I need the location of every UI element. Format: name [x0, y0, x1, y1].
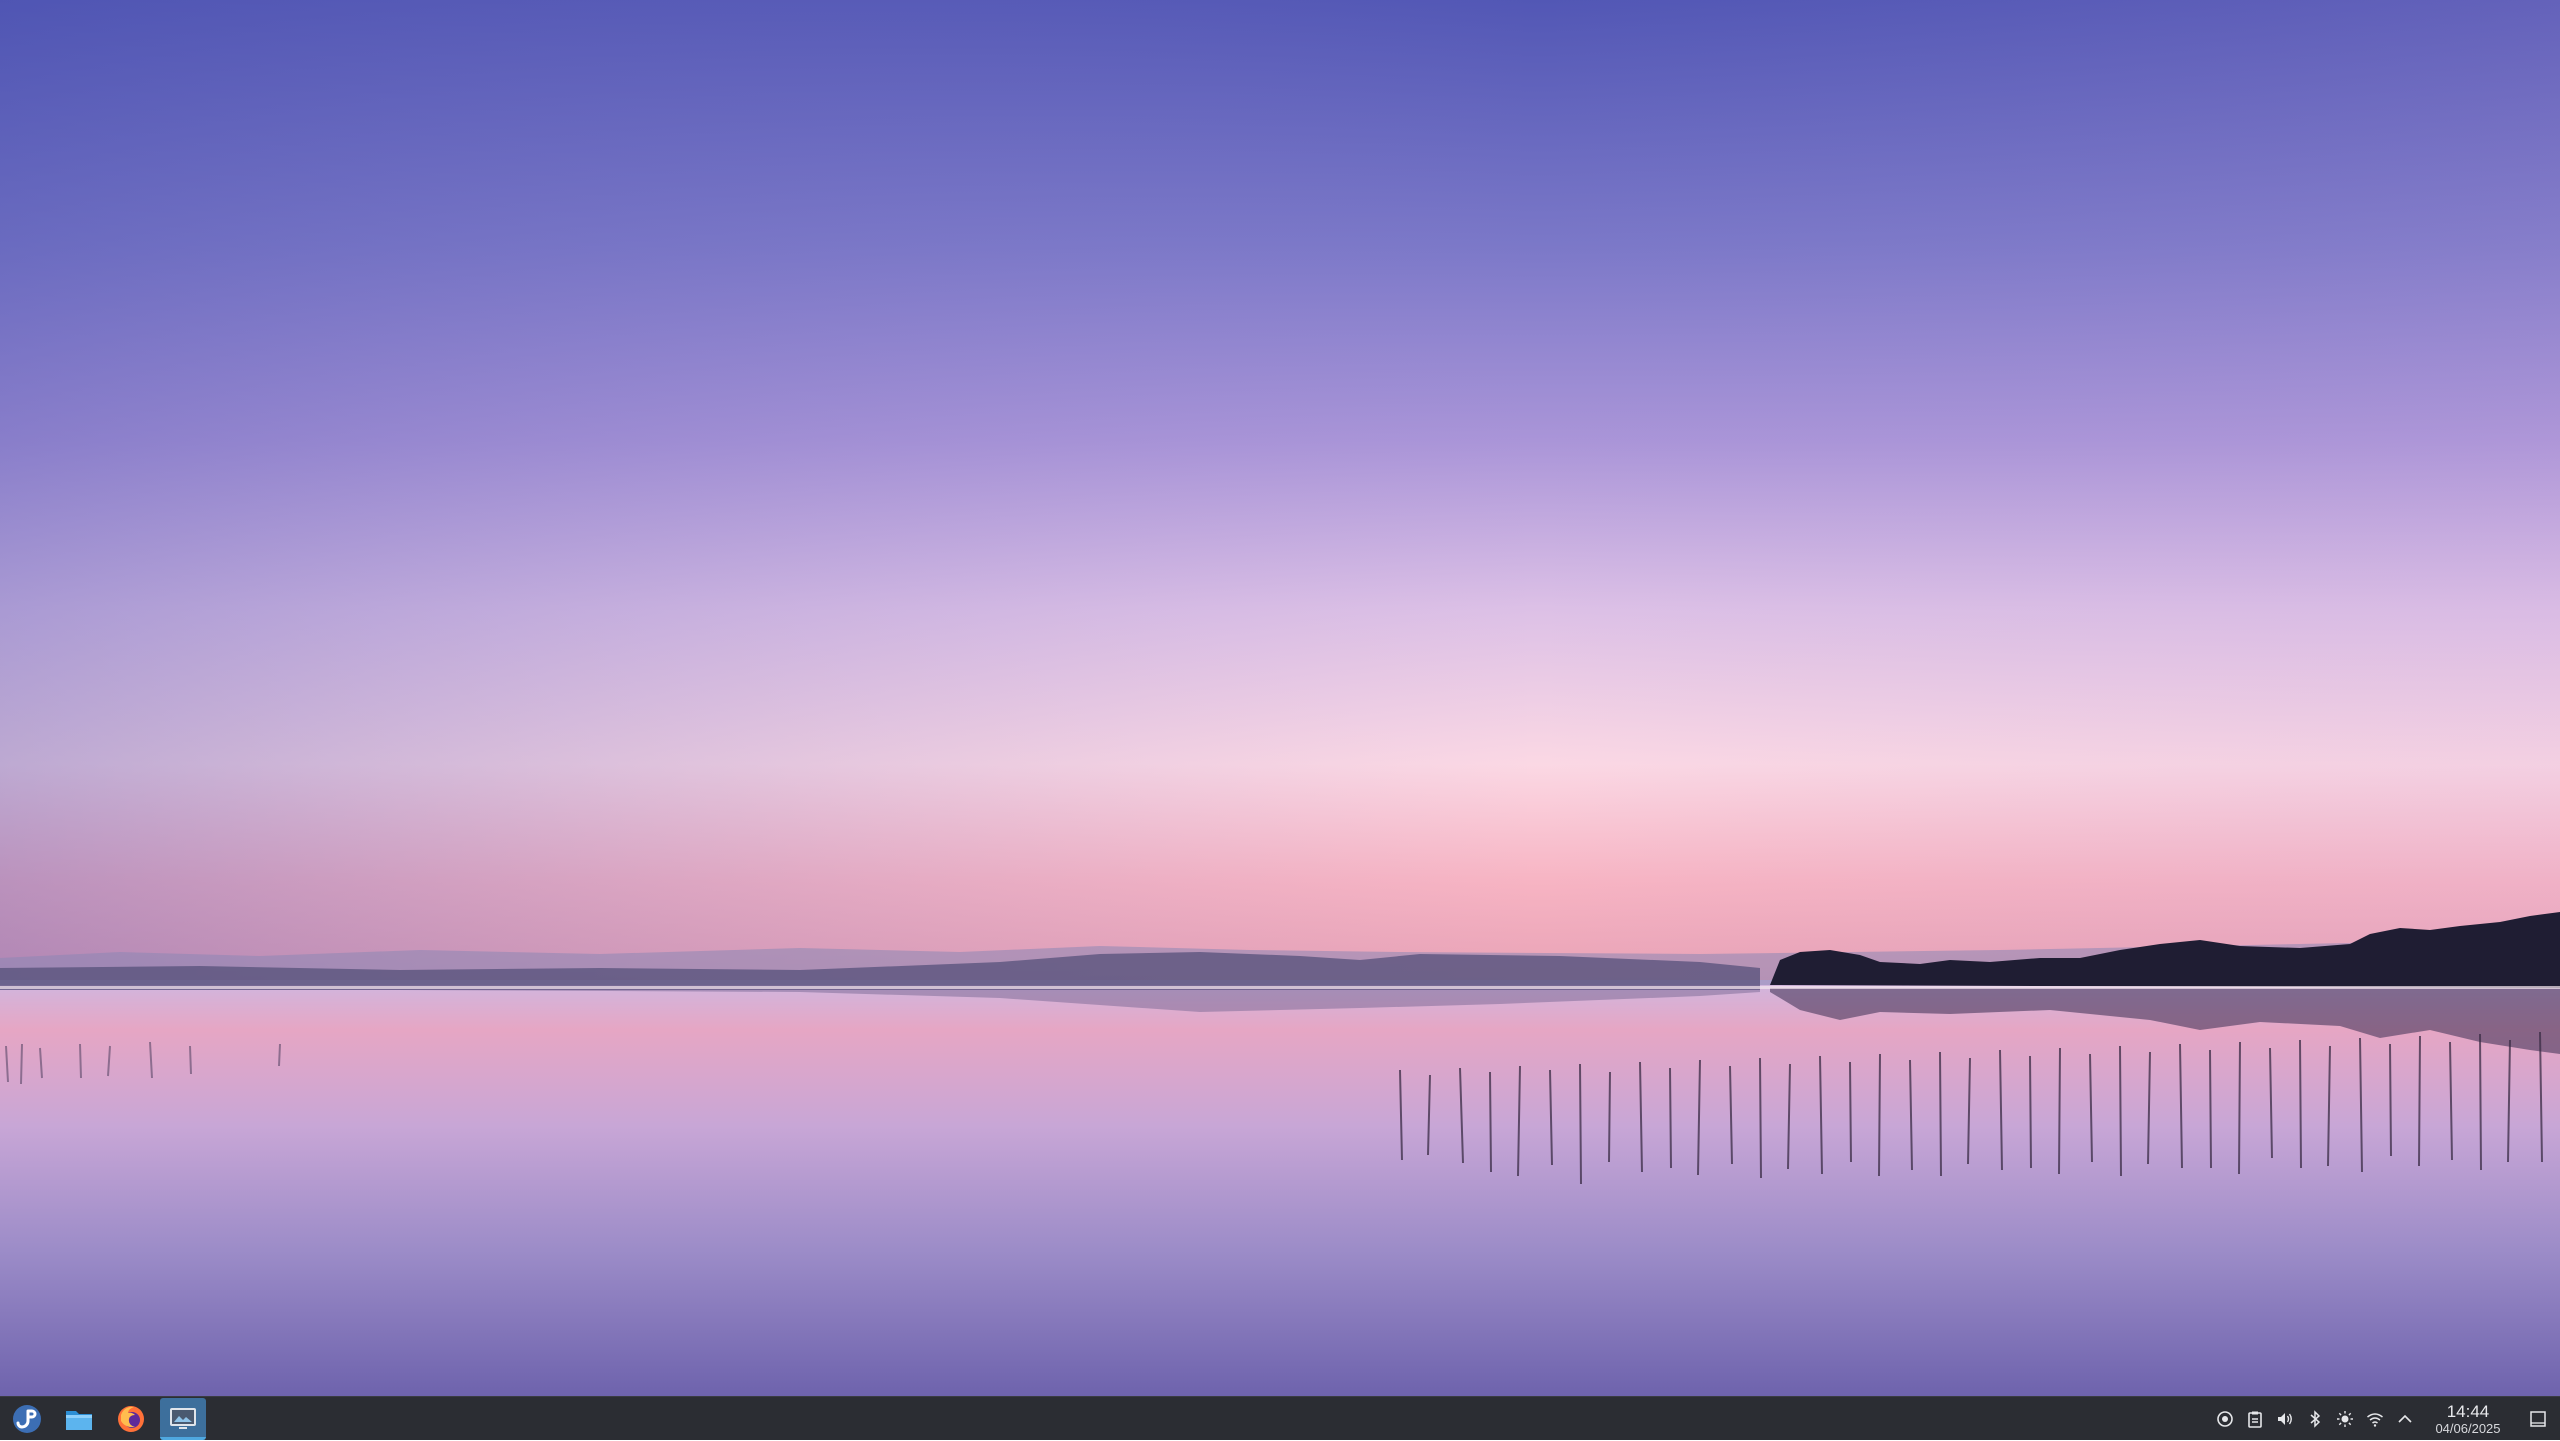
- system-tray: 14:44 04/06/2025: [2210, 1397, 2560, 1441]
- clock-date: 04/06/2025: [2435, 1420, 2501, 1436]
- screenshot-app-icon: [170, 1407, 196, 1429]
- brightness-icon: [2337, 1411, 2353, 1427]
- wifi-button[interactable]: [2360, 1397, 2390, 1441]
- task-manager: [4, 1397, 206, 1441]
- bluetooth-button[interactable]: [2300, 1397, 2330, 1441]
- clipboard-icon: [2248, 1411, 2262, 1428]
- screenshot-app-task[interactable]: [160, 1398, 206, 1440]
- file-manager-button[interactable]: [56, 1398, 102, 1440]
- expand-tray-chevron-icon: [2398, 1414, 2412, 1423]
- firefox-icon: [118, 1406, 144, 1432]
- volume-icon: [2278, 1413, 2292, 1425]
- wallpaper-lake-sunrise: [0, 0, 2560, 1396]
- brightness-button[interactable]: [2330, 1397, 2360, 1441]
- network-status-button[interactable]: [2210, 1397, 2240, 1441]
- wifi-icon: [2367, 1413, 2383, 1427]
- desktop[interactable]: [0, 0, 2560, 1396]
- expand-tray-button[interactable]: [2390, 1397, 2420, 1441]
- volume-button[interactable]: [2270, 1397, 2300, 1441]
- show-desktop-icon: [2530, 1411, 2546, 1427]
- clock-time: 14:44: [2446, 1401, 2490, 1421]
- clipboard-button[interactable]: [2240, 1397, 2270, 1441]
- fedora-logo-icon: [13, 1405, 41, 1433]
- firefox-button[interactable]: [108, 1398, 154, 1440]
- file-manager-icon: [66, 1411, 92, 1430]
- network-globe-icon: [2217, 1411, 2233, 1427]
- taskbar: 14:44 04/06/2025: [0, 1396, 2560, 1440]
- application-launcher-button[interactable]: [4, 1398, 50, 1440]
- bluetooth-icon: [2310, 1410, 2321, 1428]
- digital-clock[interactable]: 14:44 04/06/2025: [2426, 1397, 2510, 1441]
- show-desktop-button[interactable]: [2516, 1397, 2560, 1441]
